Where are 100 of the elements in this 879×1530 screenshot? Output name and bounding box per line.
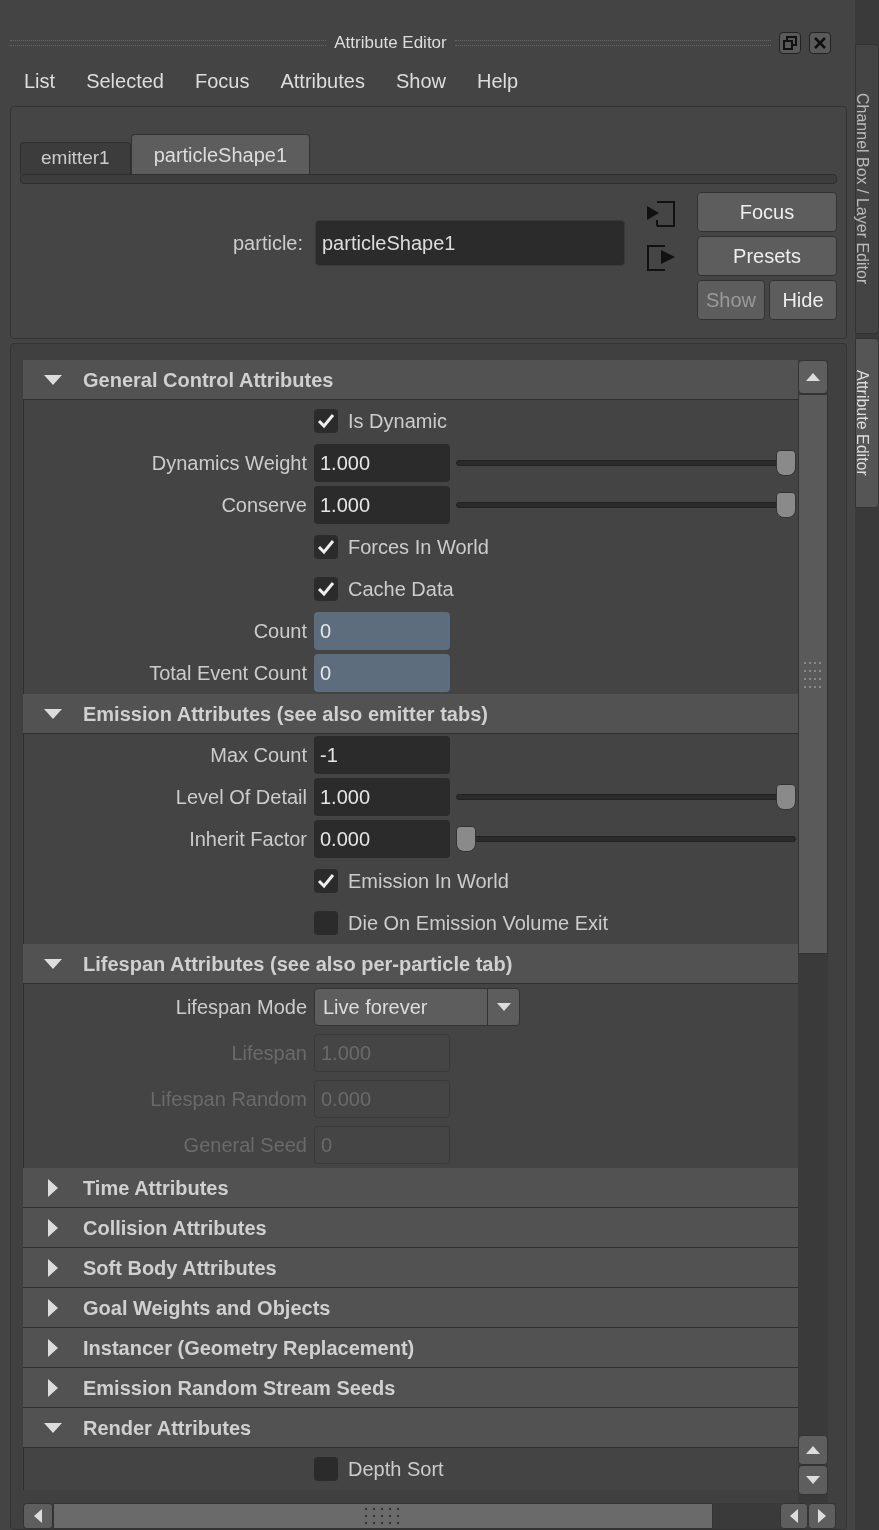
- checkbox[interactable]: [314, 409, 338, 433]
- node-tab[interactable]: particleShape1: [130, 134, 311, 174]
- section-header[interactable]: General Control Attributes: [23, 360, 798, 400]
- value-field[interactable]: 1.000: [314, 444, 450, 482]
- section-header[interactable]: Soft Body Attributes: [23, 1248, 798, 1288]
- attribute-label: Count: [253, 620, 307, 642]
- slider[interactable]: [456, 826, 796, 852]
- scroll-thumb[interactable]: [798, 394, 828, 954]
- expand-arrow-icon: [48, 1298, 58, 1317]
- slider[interactable]: [456, 450, 796, 476]
- section-header[interactable]: Collision Attributes: [23, 1208, 798, 1248]
- collapse-arrow-icon: [44, 958, 62, 969]
- section-title: Goal Weights and Objects: [83, 1295, 331, 1321]
- node-tab[interactable]: emitter1: [20, 142, 131, 174]
- section-header[interactable]: Lifespan Attributes (see also per-particle tab): [23, 944, 798, 984]
- left-arrow-icon: [34, 1509, 42, 1523]
- value-field[interactable]: 1.000: [314, 778, 450, 816]
- checkbox-label: Cache Data: [348, 577, 454, 602]
- slider-handle[interactable]: [776, 450, 796, 476]
- attribute-label: Conserve: [221, 494, 307, 516]
- slider-handle[interactable]: [776, 784, 796, 810]
- scroll-right-button[interactable]: [808, 1503, 836, 1529]
- collapse-arrow-icon: [44, 374, 62, 385]
- scroll-down-button[interactable]: [798, 1465, 828, 1495]
- float-button[interactable]: [779, 32, 801, 54]
- section-header[interactable]: Render Attributes: [23, 1408, 798, 1448]
- checkbox-label: Is Dynamic: [348, 409, 447, 434]
- menu-item[interactable]: List: [24, 66, 56, 96]
- panel-button[interactable]: Presets: [697, 236, 837, 276]
- checkbox[interactable]: [314, 869, 338, 893]
- section-header[interactable]: Time Attributes: [23, 1168, 798, 1208]
- section-title: Lifespan Attributes (see also per-particle tab): [83, 951, 513, 977]
- scroll-thumb[interactable]: [53, 1503, 713, 1529]
- attribute-label: Lifespan Mode: [175, 996, 307, 1018]
- collapse-arrow-icon: [44, 708, 62, 719]
- section-title: Time Attributes: [83, 1175, 229, 1201]
- close-icon: [813, 36, 827, 50]
- panel-button[interactable]: Focus: [697, 192, 837, 232]
- section-title: Collision Attributes: [83, 1215, 267, 1241]
- attribute-label: Max Count: [210, 744, 307, 766]
- value-field[interactable]: 0.000: [314, 820, 450, 858]
- section-header[interactable]: Emission Random Stream Seeds: [23, 1368, 798, 1408]
- node-name-field[interactable]: particleShape1: [315, 220, 625, 266]
- checkbox[interactable]: [314, 577, 338, 601]
- grip-icon: [364, 1507, 402, 1525]
- checkmark-icon: [317, 413, 335, 429]
- side-tab[interactable]: Attribute Editor: [855, 338, 879, 508]
- node-type-label: particle:: [232, 231, 303, 256]
- section-header[interactable]: Instancer (Geometry Replacement): [23, 1328, 798, 1368]
- checkmark-icon: [317, 873, 335, 889]
- attribute-label: Inherit Factor: [189, 828, 307, 850]
- restore-icon: [783, 36, 797, 50]
- slider[interactable]: [456, 492, 796, 518]
- checkbox[interactable]: [314, 535, 338, 559]
- scroll-up-button[interactable]: [798, 1435, 828, 1465]
- attribute-label: Dynamics Weight: [151, 452, 307, 474]
- expand-arrow-icon: [48, 1378, 58, 1397]
- section-header[interactable]: Goal Weights and Objects: [23, 1288, 798, 1328]
- right-arrow-icon: [818, 1509, 826, 1523]
- slider-handle[interactable]: [456, 826, 476, 852]
- side-tab[interactable]: Channel Box / Layer Editor: [855, 44, 879, 334]
- expand-arrow-icon: [48, 1178, 58, 1197]
- value-field[interactable]: 0: [314, 612, 450, 650]
- up-arrow-icon: [806, 1446, 820, 1454]
- slider-handle[interactable]: [776, 492, 796, 518]
- section-title: Instancer (Geometry Replacement): [83, 1335, 415, 1361]
- checkmark-icon: [317, 539, 335, 555]
- window-title: Attribute Editor: [334, 32, 447, 55]
- section-header[interactable]: Emission Attributes (see also emitter tabs): [23, 694, 798, 734]
- expand-arrow-icon: [48, 1338, 58, 1357]
- panel-button[interactable]: Hide: [769, 280, 837, 320]
- menu-item[interactable]: Selected: [86, 66, 164, 96]
- horizontal-scrollbar[interactable]: [23, 1503, 836, 1529]
- scroll-left-button[interactable]: [23, 1503, 53, 1529]
- section-title: General Control Attributes: [83, 367, 334, 393]
- checkbox-label: Depth Sort: [348, 1457, 444, 1482]
- checkbox[interactable]: [314, 911, 338, 935]
- expand-arrow-icon: [48, 1218, 58, 1237]
- close-button[interactable]: [809, 32, 831, 54]
- checkbox-label: Forces In World: [348, 535, 489, 560]
- left-arrow-icon: [790, 1509, 798, 1523]
- value-field[interactable]: -1: [314, 736, 450, 774]
- menu-item[interactable]: Attributes: [280, 66, 365, 96]
- section-title: Emission Random Stream Seeds: [83, 1375, 396, 1401]
- menu-item[interactable]: Focus: [194, 66, 250, 96]
- expand-arrow-icon: [48, 1258, 58, 1277]
- checkbox[interactable]: [314, 1457, 338, 1481]
- slider[interactable]: [456, 784, 796, 810]
- dropdown[interactable]: Live forever: [314, 988, 520, 1026]
- scroll-up-button[interactable]: [798, 360, 828, 394]
- value-field[interactable]: 1.000: [314, 486, 450, 524]
- section-title: Render Attributes: [83, 1415, 252, 1441]
- value-field[interactable]: 0: [314, 654, 450, 692]
- section-title: Emission Attributes (see also emitter tabs): [83, 701, 488, 727]
- menu-item[interactable]: Help: [476, 66, 519, 96]
- vertical-scrollbar[interactable]: [798, 360, 828, 1503]
- menu-item[interactable]: Show: [395, 66, 446, 96]
- section-title: Soft Body Attributes: [83, 1255, 277, 1281]
- scroll-left-button[interactable]: [780, 1503, 808, 1529]
- checkbox-label: Emission In World: [348, 869, 509, 894]
